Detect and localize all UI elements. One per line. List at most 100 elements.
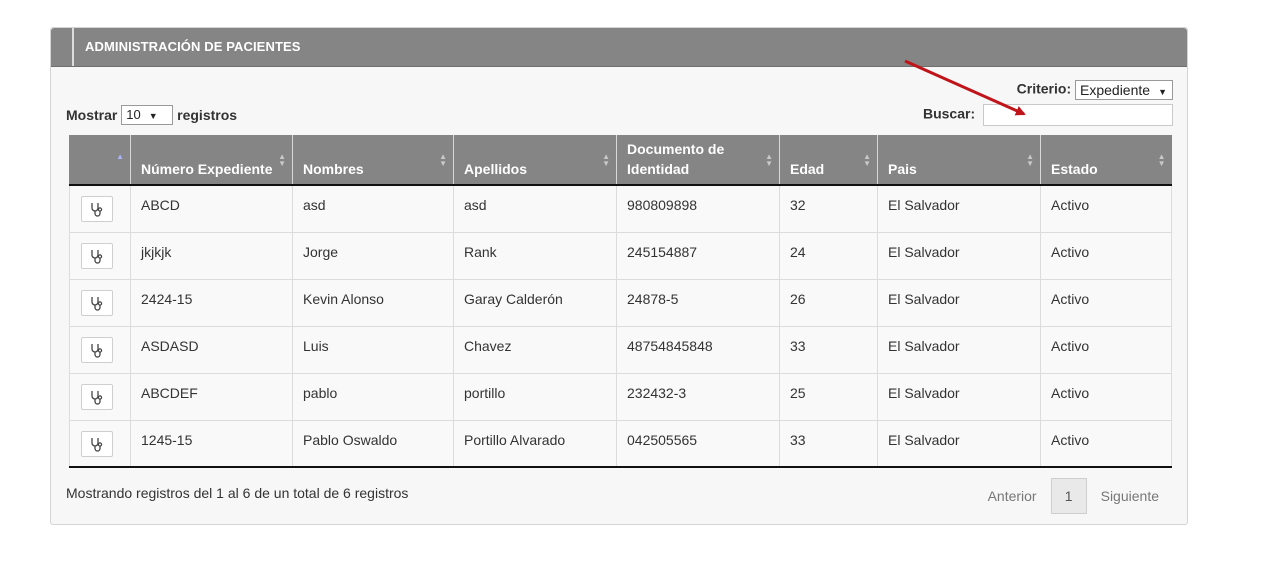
cell-apellidos: asd bbox=[453, 184, 617, 233]
cell-documento: 245154887 bbox=[616, 231, 780, 280]
cell-estado: Activo bbox=[1040, 184, 1172, 233]
cell-nombres: Pablo Oswaldo bbox=[292, 419, 454, 468]
sort-icon: ▲ ▼ bbox=[278, 152, 286, 168]
sort-icon: ▲ ▼ bbox=[439, 152, 447, 168]
cell-estado: Activo bbox=[1040, 372, 1172, 421]
cell-actions bbox=[69, 325, 131, 374]
search-input[interactable] bbox=[983, 104, 1173, 126]
patients-panel: ADMINISTRACIÓN DE PACIENTES Mostrar 10 ▼ … bbox=[50, 27, 1188, 525]
cell-pais: El Salvador bbox=[877, 325, 1041, 374]
panel-header: ADMINISTRACIÓN DE PACIENTES bbox=[51, 28, 1187, 67]
cell-pais: El Salvador bbox=[877, 419, 1041, 468]
cell-pais: El Salvador bbox=[877, 231, 1041, 280]
dropdown-arrow-icon: ▼ bbox=[1158, 87, 1167, 97]
cell-apellidos: portillo bbox=[453, 372, 617, 421]
cell-estado: Activo bbox=[1040, 325, 1172, 374]
header-accent-bar bbox=[72, 28, 74, 66]
cell-apellidos: Garay Calderón bbox=[453, 278, 617, 327]
cell-actions bbox=[69, 278, 131, 327]
table-row: ABCDEF pablo portillo 232432-3 25 El Salvador… bbox=[69, 372, 1172, 421]
cell-apellidos: Chavez bbox=[453, 325, 617, 374]
search-control: Buscar: bbox=[923, 104, 1173, 126]
cell-actions bbox=[69, 419, 131, 468]
column-header-pais[interactable]: Pais ▲ ▼ bbox=[877, 135, 1041, 186]
criterio-select[interactable]: Expediente ▼ bbox=[1075, 80, 1173, 100]
cell-apellidos: Rank bbox=[453, 231, 617, 280]
next-page-link[interactable]: Siguiente bbox=[1087, 478, 1173, 514]
cell-estado: Activo bbox=[1040, 419, 1172, 468]
cell-apellidos: Portillo Alvarado bbox=[453, 419, 617, 468]
stethoscope-icon bbox=[91, 203, 103, 217]
cell-edad: 26 bbox=[779, 278, 878, 327]
length-suffix: registros bbox=[177, 107, 238, 123]
cell-documento: 48754845848 bbox=[616, 325, 780, 374]
table-header-row: ▲ Número Expediente ▲ ▼ Nombres ▲ ▼ Apellido… bbox=[69, 135, 1172, 186]
sort-icon: ▲ ▼ bbox=[1026, 152, 1034, 168]
cell-documento: 232432-3 bbox=[616, 372, 780, 421]
cell-edad: 25 bbox=[779, 372, 878, 421]
cell-nombres: asd bbox=[292, 184, 454, 233]
cell-pais: El Salvador bbox=[877, 278, 1041, 327]
stethoscope-icon bbox=[91, 390, 103, 405]
cell-expediente: jkjkjk bbox=[130, 231, 293, 280]
stethoscope-icon bbox=[91, 437, 103, 452]
sort-icon: ▲ ▼ bbox=[1157, 152, 1166, 168]
column-header-estado[interactable]: Estado ▲ ▼ bbox=[1040, 135, 1172, 186]
column-header-actions[interactable]: ▲ bbox=[69, 135, 131, 186]
consult-button[interactable] bbox=[81, 242, 113, 269]
cell-expediente: ASDASD bbox=[130, 325, 293, 374]
page-1-button[interactable]: 1 bbox=[1050, 478, 1087, 514]
consult-button[interactable] bbox=[81, 289, 113, 316]
table-row: 1245-15 Pablo Oswaldo Portillo Alvarado 042… bbox=[69, 419, 1172, 468]
table-row: ASDASD Luis Chavez 48754845848 33 El Salvador… bbox=[69, 325, 1172, 374]
cell-edad: 33 bbox=[779, 419, 878, 468]
column-header-documento[interactable]: Documento de Identidad ▲ ▼ bbox=[616, 135, 780, 186]
cell-nombres: Jorge bbox=[292, 231, 454, 280]
cell-nombres: Luis bbox=[292, 325, 454, 374]
cell-documento: 24878-5 bbox=[616, 278, 780, 327]
criterio-label: Criterio: bbox=[1016, 80, 1072, 97]
consult-button[interactable] bbox=[81, 430, 113, 457]
sort-icon: ▲ ▼ bbox=[863, 152, 871, 168]
cell-nombres: Kevin Alonso bbox=[292, 278, 454, 327]
table-info: Mostrando registros del 1 al 6 de un tot… bbox=[66, 485, 409, 501]
cell-documento: 980809898 bbox=[616, 184, 780, 233]
consult-button[interactable] bbox=[81, 383, 113, 410]
cell-estado: Activo bbox=[1040, 231, 1172, 280]
column-header-nombres[interactable]: Nombres ▲ ▼ bbox=[292, 135, 454, 186]
table-row: jkjkjk Jorge Rank 245154887 24 El Salvador Act… bbox=[69, 231, 1172, 280]
cell-expediente: ABCD bbox=[130, 184, 293, 233]
cell-actions bbox=[69, 372, 131, 421]
table-body: ABCD asd asd 980809898 32 El Salvador Activo jk… bbox=[69, 184, 1172, 468]
panel-title: ADMINISTRACIÓN DE PACIENTES bbox=[85, 39, 301, 54]
patients-table: ▲ Número Expediente ▲ ▼ Nombres ▲ ▼ Apellido… bbox=[69, 135, 1172, 468]
prev-page-link[interactable]: Anterior bbox=[974, 478, 1051, 514]
consult-button[interactable] bbox=[81, 196, 113, 222]
consult-button[interactable] bbox=[81, 336, 113, 363]
cell-expediente: 1245-15 bbox=[130, 419, 293, 468]
column-header-expediente[interactable]: Número Expediente ▲ ▼ bbox=[130, 135, 293, 186]
column-header-edad[interactable]: Edad ▲ ▼ bbox=[779, 135, 878, 186]
criterio-select-value: Expediente bbox=[1080, 82, 1151, 98]
cell-edad: 32 bbox=[779, 184, 878, 233]
stethoscope-icon bbox=[91, 296, 103, 311]
search-label: Buscar: bbox=[922, 105, 976, 122]
cell-estado: Activo bbox=[1040, 278, 1172, 327]
table-row: ABCD asd asd 980809898 32 El Salvador Activo bbox=[69, 184, 1172, 233]
cell-edad: 33 bbox=[779, 325, 878, 374]
cell-pais: El Salvador bbox=[877, 184, 1041, 233]
dropdown-arrow-icon: ▼ bbox=[148, 111, 158, 121]
cell-expediente: ABCDEF bbox=[130, 372, 293, 421]
length-control: Mostrar 10 ▼ registros bbox=[66, 105, 237, 125]
cell-nombres: pablo bbox=[292, 372, 454, 421]
cell-expediente: 2424-15 bbox=[130, 278, 293, 327]
sort-asc-icon: ▲ bbox=[116, 152, 124, 161]
stethoscope-icon bbox=[91, 343, 103, 358]
pagination: Anterior 1 Siguiente bbox=[974, 478, 1173, 514]
cell-documento: 042505565 bbox=[616, 419, 780, 468]
length-select-value: 10 bbox=[126, 107, 141, 122]
sort-icon: ▲ ▼ bbox=[602, 152, 610, 168]
column-header-apellidos[interactable]: Apellidos ▲ ▼ bbox=[453, 135, 617, 186]
length-select[interactable]: 10 ▼ bbox=[121, 105, 174, 125]
cell-pais: El Salvador bbox=[877, 372, 1041, 421]
